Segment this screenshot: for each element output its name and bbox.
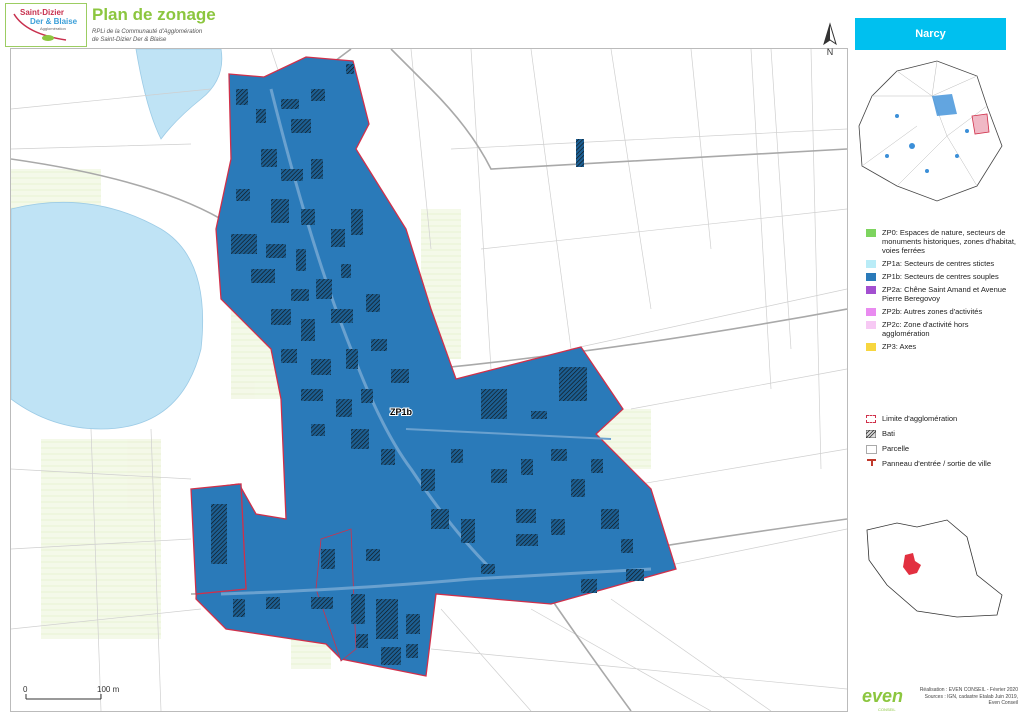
overview-map-canvas: [858, 60, 1003, 202]
legend-item-zp1a: ZP1a: Secteurs de centres stictes: [866, 259, 1016, 268]
credits-line3: Even Conseil: [988, 700, 1018, 706]
zone-label: ZP1b: [390, 407, 413, 417]
lake: [11, 201, 204, 430]
credits: Réalisation : EVEN CONSEIL - Février 202…: [908, 687, 1018, 707]
pond: [135, 49, 223, 140]
even-logo: even: [862, 686, 904, 706]
legend-item-zp2a: ZP2a: Chêne Saint Amand et Avenue Pierre…: [866, 285, 1016, 303]
subtitle-line1: RPLi de la Communauté d'Agglomération: [92, 29, 203, 35]
legend-item-zp1b: ZP1b: Secteurs de centres souples: [866, 272, 1016, 281]
page-subtitle: RPLi de la Communauté d'Agglomération de…: [92, 28, 252, 44]
north-arrow-icon: N: [823, 22, 837, 57]
hatch-icon: [866, 430, 876, 438]
map-canvas: ZP1b 0 100 m: [11, 49, 847, 711]
legend-item-zp3: ZP3: Axes: [866, 342, 1016, 351]
legend-item-limite: Limite d'agglomération: [866, 414, 1016, 423]
commune-locator-canvas: [866, 519, 1003, 618]
legend-item-zp0: ZP0: Espaces de nature, secteurs de monu…: [866, 228, 1016, 255]
town-name-banner: Narcy: [855, 18, 1006, 50]
north-label: N: [827, 47, 834, 57]
even-logo-sub: CONSEIL: [878, 707, 896, 712]
commune-locator-map: [857, 515, 1012, 625]
subtitle-line2: de Saint-Dizier Der & Blaise: [92, 37, 167, 43]
legend-item-panneau: Panneau d'entrée / sortie de ville: [866, 459, 1016, 468]
logo-line2: Der & Blaise: [30, 17, 78, 26]
overview-map: [857, 56, 1007, 206]
town-sign-icon: [867, 459, 876, 466]
legend-symbols: Limite d'agglomération Bati Parcelle Pan…: [866, 414, 1016, 472]
agglomeration-logo: Saint-Dizier Der & Blaise Agglomération: [5, 3, 87, 47]
logo-line3: Agglomération: [40, 26, 66, 31]
legend-item-parcelle: Parcelle: [866, 444, 1016, 454]
credits-line1: Réalisation : EVEN CONSEIL - Février 202…: [919, 687, 1018, 693]
legend-item-bati: Bati: [866, 429, 1016, 438]
logo-line1: Saint-Dizier: [20, 8, 65, 17]
page-title: Plan de zonage: [92, 5, 216, 24]
zoning-map[interactable]: ZP1b 0 100 m: [10, 48, 848, 712]
scale-bar: 0 100 m: [23, 685, 120, 700]
legend-item-zp2b: ZP2b: Autres zones d'activités: [866, 307, 1016, 316]
north-arrow: N: [820, 22, 840, 63]
scale-start: 0: [23, 685, 28, 694]
town-name: Narcy: [915, 28, 946, 40]
scale-end: 100 m: [97, 685, 120, 694]
legend: ZP0: Espaces de nature, secteurs de monu…: [866, 228, 1016, 355]
legend-item-zp2c: ZP2c: Zone d'activité hors agglomération: [866, 320, 1016, 338]
